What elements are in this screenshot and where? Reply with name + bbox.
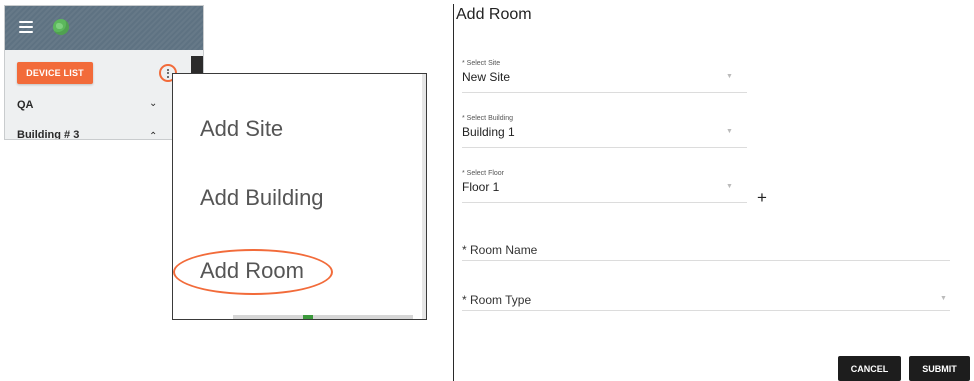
select-building-label: * Select Building (462, 115, 513, 122)
hamburger-icon[interactable] (19, 21, 33, 33)
globe-icon (53, 19, 69, 35)
chevron-up-icon[interactable]: ⌃ (149, 131, 157, 139)
tree-item-building[interactable]: Building # 3 (17, 129, 80, 140)
select-building-field[interactable]: * Select Building Building 1 (462, 115, 515, 139)
highlight-annotation (173, 249, 333, 295)
tree-item-qa[interactable]: QA (17, 99, 34, 111)
dialog-title: Add Room (456, 6, 532, 23)
select-site-value[interactable]: New Site (462, 70, 510, 84)
menu-item-add-building[interactable]: Add Building (200, 185, 324, 211)
select-building-value[interactable]: Building 1 (462, 125, 515, 139)
select-floor-label: * Select Floor (462, 170, 505, 177)
building-underline (462, 147, 747, 148)
select-floor-value[interactable]: Floor 1 (462, 180, 504, 194)
tree-item-label: QA (17, 99, 34, 111)
device-list-button[interactable]: DEVICE LIST (17, 62, 93, 84)
top-bar (5, 6, 203, 50)
select-floor-field[interactable]: * Select Floor Floor 1 (462, 170, 504, 194)
room-type-underline (462, 310, 950, 311)
menu-edge (422, 74, 426, 319)
room-name-label[interactable]: * Room Name (462, 243, 537, 257)
submit-button[interactable]: SUBMIT (909, 356, 970, 381)
site-underline (462, 92, 747, 93)
add-room-dialog: Add Room * Select Site New Site ▼ * Sele… (453, 4, 974, 381)
tree-item-label: Building # 3 (17, 129, 80, 140)
room-type-label[interactable]: * Room Type (462, 293, 531, 307)
dropdown-caret-icon[interactable]: ▼ (726, 183, 733, 190)
context-menu: Add Site Add Building Add Room (172, 73, 427, 320)
floor-underline (462, 202, 747, 203)
menu-item-add-site[interactable]: Add Site (200, 116, 283, 142)
add-floor-plus-icon[interactable]: + (757, 188, 767, 208)
select-site-field[interactable]: * Select Site New Site (462, 60, 510, 84)
chevron-down-icon[interactable]: ⌄ (149, 98, 157, 109)
room-name-underline (462, 260, 950, 261)
dropdown-caret-icon[interactable]: ▼ (726, 73, 733, 80)
menu-bottom-strip (233, 315, 413, 319)
dropdown-caret-icon[interactable]: ▼ (726, 128, 733, 135)
select-site-label: * Select Site (462, 60, 501, 67)
dropdown-caret-icon[interactable]: ▼ (940, 295, 947, 302)
cancel-button[interactable]: CANCEL (838, 356, 901, 381)
